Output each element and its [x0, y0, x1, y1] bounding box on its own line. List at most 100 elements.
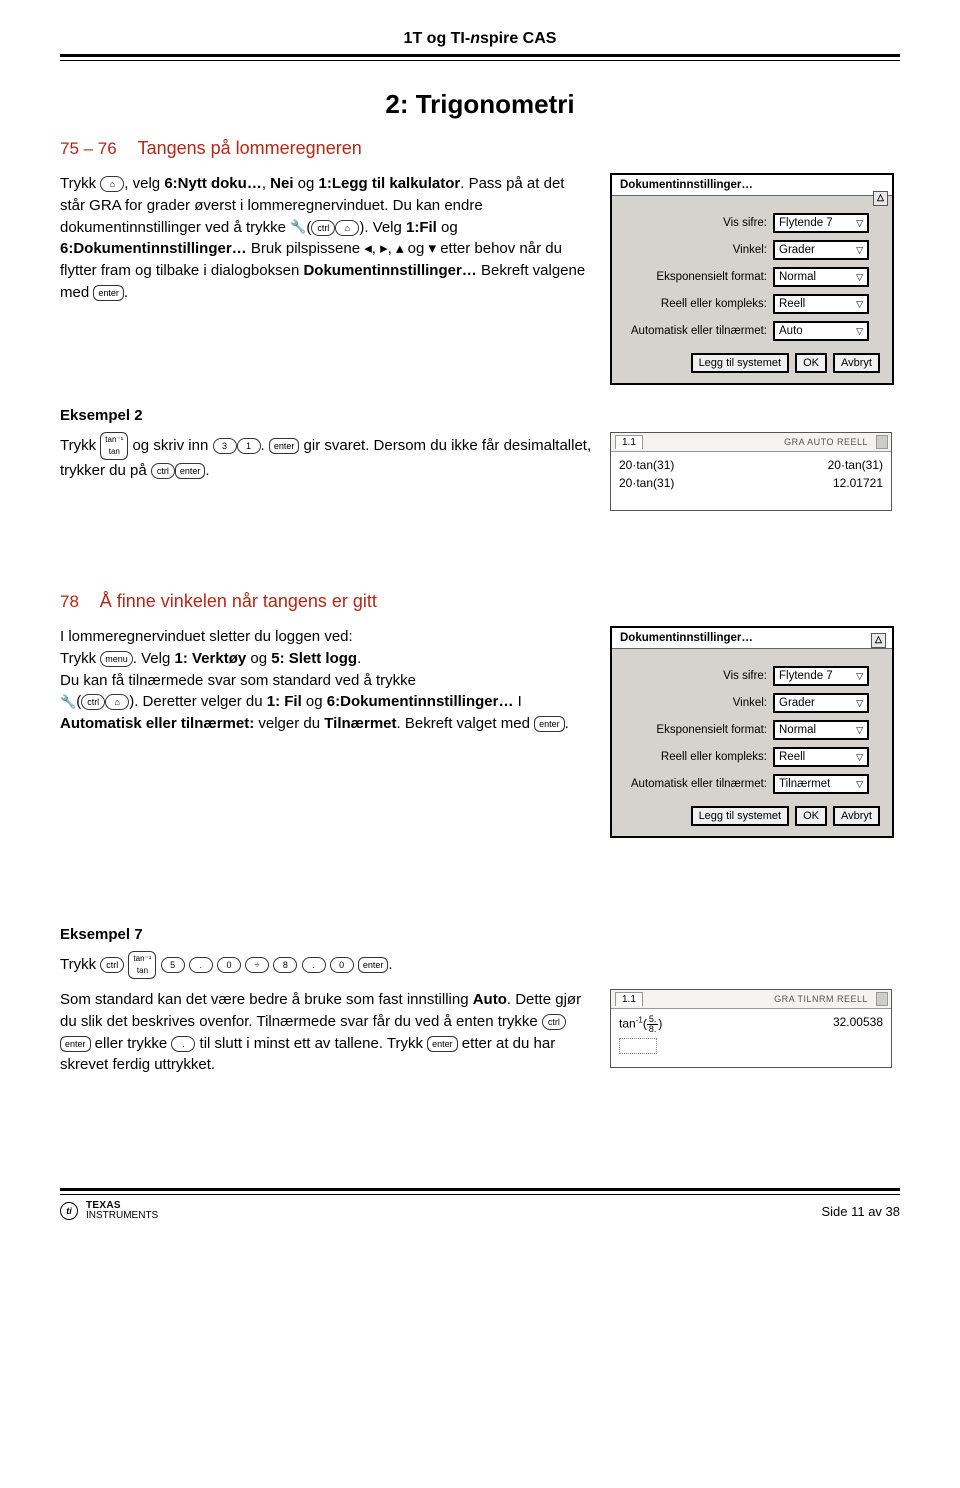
example-7-text: Som standard kan det være bedre å bruke …: [60, 989, 592, 1076]
dlg-field[interactable]: Normal▽: [773, 267, 869, 287]
dropdown-icon: ▽: [856, 326, 863, 337]
ctrl-key: ctrl: [311, 220, 335, 236]
dropdown-icon: ▽: [856, 779, 863, 790]
enter-key: enter: [427, 1036, 458, 1052]
wrench-icon: 🔧: [290, 218, 306, 237]
dropdown-icon: ▽: [856, 671, 863, 682]
calc-input: 20·tan(31): [619, 476, 674, 490]
example-2-label: Eksempel 2: [60, 407, 900, 424]
dlg-field[interactable]: Reell▽: [773, 294, 869, 314]
footer-rule: [60, 1188, 900, 1195]
section-pages: 75 – 76: [60, 139, 117, 158]
dlg-label: Reell eller kompleks:: [622, 298, 767, 310]
dropdown-icon: ▽: [856, 272, 863, 283]
dropdown-icon: ▽: [856, 752, 863, 763]
divide-key: ÷: [245, 957, 269, 973]
dot-key: .: [171, 1036, 195, 1052]
dialog-dokumentinnstillinger-1: Dokumentinnstillinger… △ Vis sifre: Flyte…: [610, 173, 894, 385]
section-title: Tangens på lommeregneren: [138, 138, 362, 158]
0-key: 0: [217, 957, 241, 973]
battery-icon: [876, 992, 888, 1006]
menu-key: menu: [100, 651, 133, 667]
enter-key: enter: [358, 957, 389, 973]
home-key: ⌂: [105, 694, 129, 710]
dlg-label: Reell eller kompleks:: [622, 751, 767, 763]
enter-key: enter: [93, 285, 124, 301]
dlg-button-cancel[interactable]: Avbryt: [833, 353, 880, 373]
page-number: Side 11 av 38: [821, 1204, 900, 1219]
dlg-button-system[interactable]: Legg til systemet: [691, 353, 790, 373]
dlg-field[interactable]: Normal▽: [773, 720, 869, 740]
dropdown-icon: ▽: [856, 299, 863, 310]
dlg-button-ok[interactable]: OK: [795, 353, 827, 373]
dlg-button-cancel[interactable]: Avbryt: [833, 806, 880, 826]
enter-key: enter: [175, 463, 206, 479]
tan-key: tan⁻¹tan: [100, 432, 128, 460]
section-pages: 78: [60, 592, 79, 611]
dlg-label: Eksponensielt format:: [622, 724, 767, 736]
dropdown-icon: ▽: [856, 698, 863, 709]
dlg-field[interactable]: Grader▽: [773, 693, 869, 713]
dlg-label: Vis sifre:: [622, 217, 767, 229]
example-7-label: Eksempel 7: [60, 926, 900, 943]
section-78: 78 Å finne vinkelen når tangens er gitt: [60, 591, 900, 612]
calc-status: GRA AUTO REELL: [784, 437, 873, 447]
ctrl-key: ctrl: [542, 1014, 566, 1030]
enter-key: enter: [534, 716, 565, 732]
wrench-icon: 🔧: [60, 693, 76, 712]
dot-key: .: [302, 957, 326, 973]
dialog-title: Dokumentinnstillinger… △: [612, 628, 892, 649]
calc-output: 20·tan(31): [828, 458, 883, 472]
calc-cursor: [619, 1038, 657, 1054]
home-key: ⌂: [335, 220, 359, 236]
8-key: 8: [273, 957, 297, 973]
scroll-up-icon: △: [871, 633, 886, 648]
section2-text: I lommeregnervinduet sletter du loggen v…: [60, 626, 592, 838]
dlg-button-system[interactable]: Legg til systemet: [691, 806, 790, 826]
ctrl-key: ctrl: [151, 463, 175, 479]
calc-output: 12.01721: [833, 476, 883, 490]
dialog-dokumentinnstillinger-2: Dokumentinnstillinger… △ Vis sifre: Flyte…: [610, 626, 894, 838]
1-key: 1: [237, 438, 261, 454]
3-key: 3: [213, 438, 237, 454]
calc-input: 20·tan(31): [619, 458, 674, 472]
dlg-label: Vis sifre:: [622, 670, 767, 682]
0-key: 0: [330, 957, 354, 973]
ti-logo: ti TEXAS INSTRUMENTS: [60, 1201, 158, 1221]
dlg-label: Vinkel:: [622, 244, 767, 256]
chapter-title: 2: Trigonometri: [60, 89, 900, 120]
calc-output: 32.00538: [833, 1015, 883, 1034]
dlg-label: Eksponensielt format:: [622, 271, 767, 283]
dot-key: .: [189, 957, 213, 973]
dlg-label: Automatisk eller tilnærmet:: [622, 325, 767, 337]
5-key: 5: [161, 957, 185, 973]
dlg-field[interactable]: Reell▽: [773, 747, 869, 767]
battery-icon: [876, 435, 888, 449]
calc-screenshot-1: 1.1 GRA AUTO REELL 20·tan(31)20·tan(31) …: [610, 432, 892, 511]
calc-status: GRA TILNRM REELL: [774, 994, 873, 1004]
dlg-field[interactable]: Auto▽: [773, 321, 869, 341]
dlg-field[interactable]: Flytende 7▽: [773, 666, 869, 686]
calc-tab: 1.1: [615, 435, 643, 449]
enter-key: enter: [60, 1036, 91, 1052]
example-7-keys: Trykk ctrl tan⁻¹tan 5 . 0 ÷ 8 . 0 enter.: [60, 951, 592, 979]
dlg-field[interactable]: Tilnærmet▽: [773, 774, 869, 794]
dialog-title: Dokumentinnstillinger… △: [612, 175, 892, 196]
header-rule: [60, 54, 900, 61]
ctrl-key: ctrl: [100, 957, 124, 973]
dlg-field[interactable]: Grader▽: [773, 240, 869, 260]
tan-key: tan⁻¹tan: [128, 951, 156, 979]
footer: ti TEXAS INSTRUMENTS Side 11 av 38: [60, 1201, 900, 1221]
ctrl-key: ctrl: [81, 694, 105, 710]
calc-input: tan-1(5.8.): [619, 1015, 662, 1034]
dlg-field[interactable]: Flytende 7▽: [773, 213, 869, 233]
home-key: ⌂: [100, 176, 124, 192]
dlg-label: Automatisk eller tilnærmet:: [622, 778, 767, 790]
dropdown-icon: ▽: [856, 725, 863, 736]
dropdown-icon: ▽: [856, 218, 863, 229]
dlg-label: Vinkel:: [622, 697, 767, 709]
enter-key: enter: [269, 438, 300, 454]
header-title: 1T og TI-nspire CAS: [60, 30, 900, 48]
dlg-button-ok[interactable]: OK: [795, 806, 827, 826]
calc-screenshot-2: 1.1 GRA TILNRM REELL tan-1(5.8.) 32.0053…: [610, 989, 892, 1068]
